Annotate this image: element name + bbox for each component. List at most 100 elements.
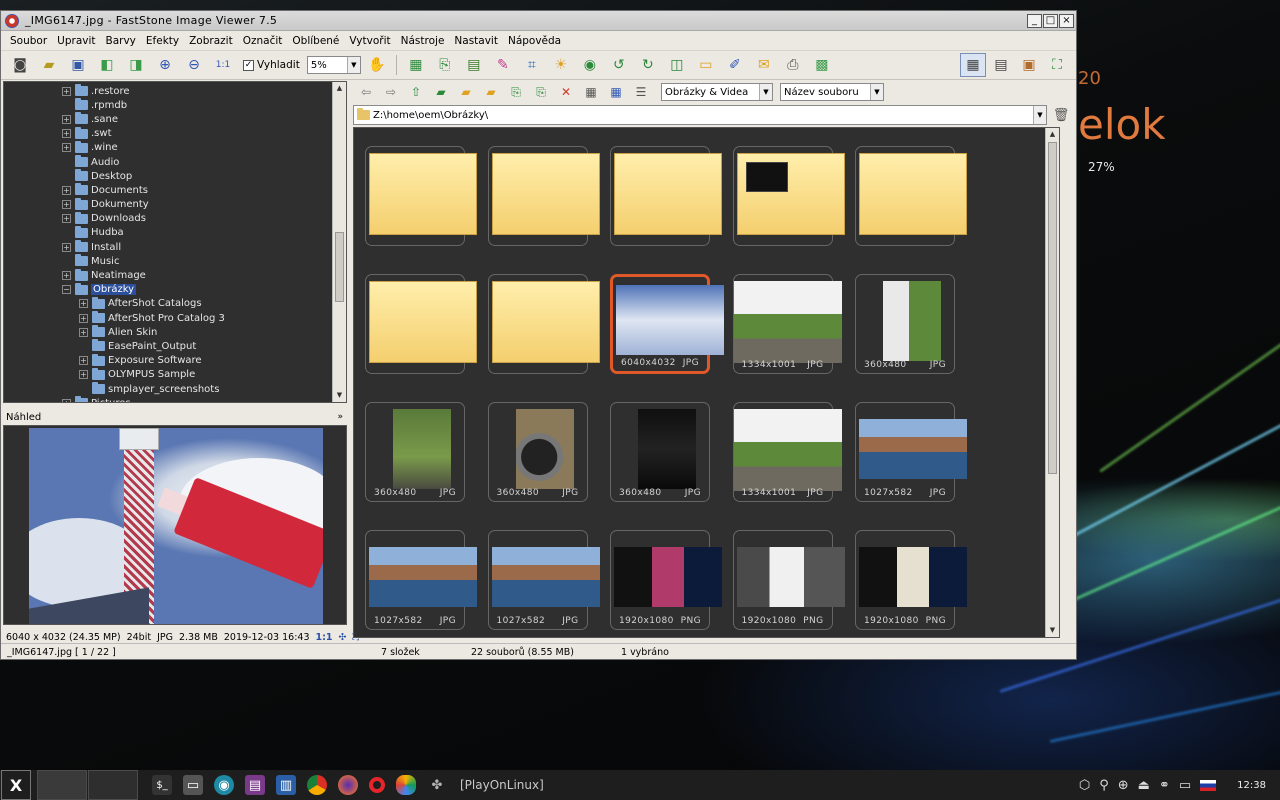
draw-icon[interactable]: ✐ xyxy=(722,53,748,77)
folder-thumbnail[interactable] xyxy=(487,274,600,374)
tree-item[interactable]: + .wine xyxy=(4,140,346,155)
thumbnails-view-icon[interactable]: ▤ xyxy=(988,53,1014,77)
tree-item[interactable]: + Exposure Software xyxy=(4,353,346,368)
menu-vytvorit[interactable]: Vytvořit xyxy=(344,35,395,47)
rotate-right-icon[interactable]: ↻ xyxy=(635,53,661,77)
up-folder-icon[interactable]: ⇧ xyxy=(405,82,427,102)
archive-icon[interactable]: ▤ xyxy=(245,775,265,795)
copy-to-icon[interactable]: ⎘ xyxy=(432,53,458,77)
sort-select[interactable]: Název souboru ▼ xyxy=(780,83,884,101)
tree-item[interactable]: + Downloads xyxy=(4,211,346,226)
scroll-down-icon[interactable]: ▼ xyxy=(333,389,346,402)
attachment-icon[interactable]: ⚭ xyxy=(1159,778,1170,793)
terminal-icon[interactable]: $_ xyxy=(152,775,172,795)
expand-toggle-icon[interactable]: + xyxy=(62,86,71,96)
image-thumbnail[interactable]: 6040x4032 JPG xyxy=(610,274,724,374)
forward-icon[interactable]: ⇨ xyxy=(380,82,402,102)
scroll-thumb[interactable] xyxy=(335,232,344,302)
path-input[interactable]: Z:\home\oem\Obrázky\ ▼ xyxy=(353,105,1047,125)
chevron-down-icon[interactable]: ▼ xyxy=(346,57,360,73)
clock[interactable]: 12:38 xyxy=(1237,780,1266,791)
playonlinux-icon[interactable]: ✤ xyxy=(427,775,447,795)
new-folder-icon[interactable]: ▰ xyxy=(455,82,477,102)
rename-icon[interactable]: ✎ xyxy=(490,53,516,77)
expand-toggle-icon[interactable]: + xyxy=(62,143,71,153)
chevron-down-icon[interactable]: ▼ xyxy=(870,84,883,100)
opera-icon[interactable] xyxy=(369,777,385,793)
folder-thumbnail[interactable] xyxy=(610,146,722,246)
view-list-icon[interactable]: ☰ xyxy=(630,82,652,102)
expand-toggle-icon[interactable]: + xyxy=(79,370,88,380)
menu-oznacit[interactable]: Označit xyxy=(238,35,288,47)
folder-thumbnail[interactable] xyxy=(365,274,477,374)
tree-item[interactable]: + Documents xyxy=(4,183,346,197)
expand-toggle-icon[interactable]: + xyxy=(62,214,71,224)
expand-toggle-icon[interactable]: + xyxy=(62,114,71,124)
firefox-icon[interactable] xyxy=(338,775,358,795)
image-thumbnail[interactable]: 1920x1080 PNG xyxy=(855,530,967,630)
tree-item[interactable]: + AfterShot Pro Catalog 3 xyxy=(4,311,346,325)
image-thumbnail[interactable]: 1920x1080 PNG xyxy=(732,530,845,630)
hand-tool-icon[interactable]: ✋ xyxy=(364,53,390,77)
expand-toggle-icon[interactable]: + xyxy=(62,398,71,402)
fullscreen-icon[interactable]: ⛶ xyxy=(1044,53,1070,77)
menu-upravit[interactable]: Upravit xyxy=(52,35,100,47)
crop-icon[interactable]: ⌗ xyxy=(519,53,545,77)
menu-barvy[interactable]: Barvy xyxy=(101,35,141,47)
folder-tree[interactable]: + .restore .rpmdb + .sane + .swt + .wine Audio Des… xyxy=(3,81,347,403)
title-bar[interactable]: _IMG6147.jpg - FastStone Image Viewer 7.… xyxy=(1,11,1076,31)
menu-napoveda[interactable]: Nápověda xyxy=(503,35,566,47)
keyboard-layout-flag-icon[interactable] xyxy=(1200,779,1217,791)
filter-select[interactable]: Obrázky & Videa ▼ xyxy=(661,83,773,101)
close-button[interactable]: × xyxy=(1059,13,1074,28)
tree-item[interactable]: + AfterShot Catalogs xyxy=(4,296,346,311)
tree-item[interactable]: + .swt xyxy=(4,126,346,141)
expand-toggle-icon[interactable]: + xyxy=(62,200,71,210)
smooth-checkbox[interactable]: ✓ Vyhladit xyxy=(243,59,300,71)
text-editor-icon[interactable]: ▥ xyxy=(276,775,296,795)
tree-item[interactable]: Music xyxy=(4,254,346,268)
playonlinux-task[interactable]: [PlayOnLinux] xyxy=(460,778,544,792)
image-thumbnail[interactable]: 360x480 JPG xyxy=(610,402,710,502)
zoom-out-icon[interactable]: ⊖ xyxy=(181,53,207,77)
slideshow-icon[interactable]: ▦ xyxy=(403,53,429,77)
app-icon[interactable] xyxy=(5,13,19,28)
view-details-icon[interactable]: ▦ xyxy=(580,82,602,102)
image-thumbnail[interactable]: 360x480 JPG xyxy=(855,274,955,374)
folder-thumbnail[interactable] xyxy=(732,146,845,246)
move-folder-icon[interactable]: ⎘ xyxy=(530,82,552,102)
email-icon[interactable]: ✉ xyxy=(751,53,777,77)
refresh-folder-icon[interactable]: ▰ xyxy=(430,82,452,102)
chrome-icon[interactable] xyxy=(307,775,327,795)
workspace-2[interactable] xyxy=(88,770,138,800)
collapse-icon[interactable]: » xyxy=(337,412,343,422)
camera-icon[interactable]: ◙ xyxy=(7,53,33,77)
browser-view-icon[interactable]: ▦ xyxy=(960,53,986,77)
zoom-in-icon[interactable]: ⊕ xyxy=(152,53,178,77)
set-wallpaper-icon[interactable]: ▭ xyxy=(693,53,719,77)
tree-item[interactable]: + .restore xyxy=(4,84,346,98)
view-grid-icon[interactable]: ▦ xyxy=(605,82,627,102)
expand-toggle-icon[interactable]: + xyxy=(79,313,88,323)
menu-soubor[interactable]: Soubor xyxy=(5,35,52,47)
tree-item[interactable]: Hudba xyxy=(4,225,346,240)
folder-thumbnail[interactable] xyxy=(487,146,600,246)
preview-image[interactable] xyxy=(3,425,347,625)
minimize-button[interactable]: _ xyxy=(1027,13,1042,28)
fit-icon[interactable]: ✣ xyxy=(339,632,347,643)
eject-icon[interactable]: ⏏ xyxy=(1138,778,1150,793)
expand-toggle-icon[interactable]: + xyxy=(62,185,71,195)
move-to-icon[interactable]: ▤ xyxy=(461,53,487,77)
copy-folder-icon[interactable]: ⎘ xyxy=(505,82,527,102)
image-thumbnail[interactable]: 360x480 JPG xyxy=(365,402,465,502)
menu-zobrazit[interactable]: Zobrazit xyxy=(184,35,238,47)
scroll-up-icon[interactable]: ▲ xyxy=(1046,128,1059,141)
save-icon[interactable]: ▣ xyxy=(65,53,91,77)
tree-item[interactable]: − Obrázky xyxy=(4,282,346,297)
single-image-view-icon[interactable]: ▣ xyxy=(1016,53,1042,77)
image-thumbnail[interactable]: 360x480 JPG xyxy=(487,402,588,502)
next-icon[interactable]: ◨ xyxy=(123,53,149,77)
menu-efekty[interactable]: Efekty xyxy=(141,35,184,47)
favorite-folder-icon[interactable]: ▰ xyxy=(480,82,502,102)
expand-toggle-icon[interactable]: − xyxy=(62,285,71,295)
